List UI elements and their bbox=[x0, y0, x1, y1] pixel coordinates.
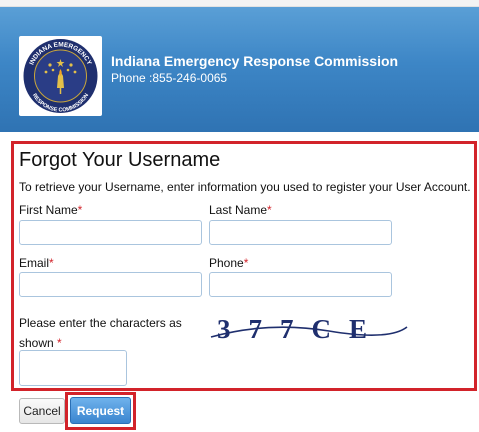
header-banner: INDIANA EMERGENCY RESPONSE COMMISSION In… bbox=[0, 7, 479, 132]
last-name-input[interactable] bbox=[209, 220, 392, 245]
intro-text: To retrieve your Username, enter informa… bbox=[19, 180, 471, 194]
first-name-label: First Name* bbox=[19, 203, 83, 217]
required-marker: * bbox=[77, 203, 83, 217]
captcha-label: Please enter the characters as shown * bbox=[19, 316, 182, 350]
captcha-input[interactable] bbox=[19, 350, 127, 386]
first-name-input[interactable] bbox=[19, 220, 202, 245]
last-name-label: Last Name* bbox=[209, 203, 272, 217]
cancel-button[interactable]: Cancel bbox=[19, 398, 65, 424]
required-marker: * bbox=[243, 256, 249, 270]
email-input[interactable] bbox=[19, 272, 202, 297]
email-label: Email* bbox=[19, 256, 54, 270]
captcha-image: 377CE bbox=[209, 307, 409, 349]
commission-logo: INDIANA EMERGENCY RESPONSE COMMISSION bbox=[19, 36, 102, 116]
phone-input[interactable] bbox=[209, 272, 392, 297]
page-title: Forgot Your Username bbox=[19, 149, 221, 171]
required-marker: * bbox=[267, 203, 272, 217]
top-strip bbox=[0, 0, 479, 7]
header-title: Indiana Emergency Response Commission bbox=[111, 53, 399, 69]
captcha-text: 377CE bbox=[217, 314, 385, 344]
header-phone: Phone :855-246-0065 bbox=[111, 71, 228, 85]
phone-label: Phone* bbox=[209, 256, 249, 270]
required-marker: * bbox=[57, 336, 62, 350]
required-marker: * bbox=[49, 256, 54, 270]
request-button[interactable]: Request bbox=[70, 397, 131, 424]
